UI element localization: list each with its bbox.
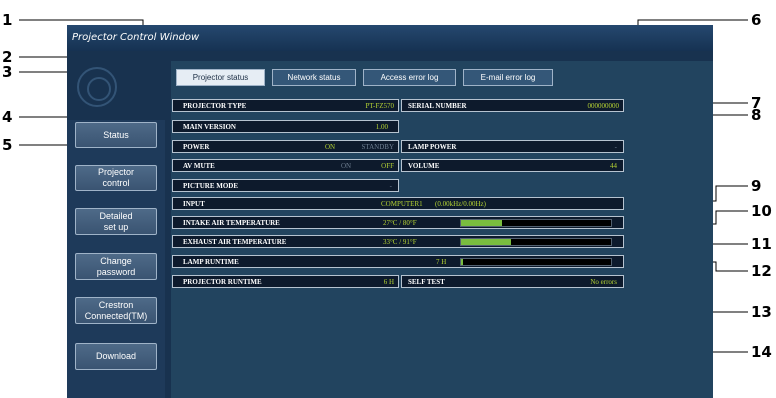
self-test-label: SELF TEST (408, 278, 445, 286)
main-version-value: 1.00 (375, 123, 388, 131)
download-button[interactable]: Download (75, 343, 157, 370)
callout-12: 12 (751, 262, 772, 280)
input-row: INPUT COMPUTER1 (0.00kHz/0.00Hz) (172, 197, 624, 210)
intake-air-temperature-row: INTAKE AIR TEMPERATURE 27°C / 80°F (172, 216, 624, 229)
lamp-runtime-row: LAMP RUNTIME 7 H (172, 255, 624, 268)
main-version-label: MAIN VERSION (183, 123, 236, 131)
picture-mode-row: PICTURE MODE - (172, 179, 399, 192)
av-mute-row: AV MUTE ON OFF (172, 159, 399, 172)
projector-runtime-label: PROJECTOR RUNTIME (183, 278, 262, 286)
serial-number-label: SERIAL NUMBER (408, 102, 467, 110)
tab-network-status[interactable]: Network status (272, 69, 356, 86)
intake-air-temperature-value: 27°C / 80°F (383, 219, 417, 227)
callout-10: 10 (751, 202, 772, 220)
projector-type-label: PROJECTOR TYPE (183, 102, 247, 110)
main-version-row: MAIN VERSION 1.00 (172, 120, 399, 133)
projector-type-row: PROJECTOR TYPE PT-FZ570 (172, 99, 399, 112)
callout-1: 1 (2, 11, 13, 29)
exhaust-air-temperature-label: EXHAUST AIR TEMPERATURE (183, 238, 287, 246)
self-test-value: No errors (590, 278, 617, 286)
callout-3: 3 (2, 63, 13, 81)
lamp-runtime-value: 7 H (436, 258, 447, 266)
callout-5: 5 (2, 136, 13, 154)
detailed-set-up-button[interactable]: Detailed set up (75, 208, 157, 235)
power-label: POWER (183, 143, 210, 151)
callout-4: 4 (2, 108, 13, 126)
input-value: COMPUTER1 (381, 200, 423, 208)
callout-14: 14 (751, 343, 772, 361)
tab-access-error-log[interactable]: Access error log (363, 69, 456, 86)
intake-air-temperature-label: INTAKE AIR TEMPERATURE (183, 219, 280, 227)
projector-control-window: Projector Control Window Status Projecto… (67, 25, 713, 398)
av-mute-label: AV MUTE (183, 162, 215, 170)
lamp-power-value: - (614, 143, 617, 151)
lamp-power-label: LAMP POWER (408, 143, 457, 151)
crestron-connected-button[interactable]: Crestron Connected(TM) (75, 297, 157, 324)
lamp-power-row: LAMP POWER - (401, 140, 624, 153)
av-mute-off-state: OFF (381, 162, 394, 170)
brand-logo-icon (77, 67, 117, 107)
serial-number-value: 000000000 (587, 102, 620, 110)
picture-mode-label: PICTURE MODE (183, 182, 239, 190)
serial-number-row: SERIAL NUMBER 000000000 (401, 99, 624, 112)
status-button[interactable]: Status (75, 122, 157, 148)
projector-control-button[interactable]: Projector control (75, 165, 157, 191)
projector-runtime-value: 6 H (383, 278, 394, 286)
lamp-runtime-fill (461, 259, 463, 265)
lamp-runtime-bar (460, 258, 612, 266)
power-standby-state: STANDBY (361, 143, 395, 151)
self-test-row: SELF TEST No errors (401, 275, 624, 288)
volume-row: VOLUME 44 (401, 159, 624, 172)
tab-email-error-log[interactable]: E-mail error log (463, 69, 553, 86)
callout-8: 8 (751, 106, 762, 124)
exhaust-temperature-bar (460, 238, 612, 246)
intake-temperature-fill (461, 220, 502, 226)
callout-13: 13 (751, 303, 772, 321)
callout-9: 9 (751, 177, 762, 195)
intake-temperature-bar (460, 219, 612, 227)
change-password-button[interactable]: Change password (75, 253, 157, 280)
projector-runtime-row: PROJECTOR RUNTIME 6 H (172, 275, 399, 288)
input-frequency: (0.00kHz/0.00Hz) (435, 200, 486, 208)
picture-mode-value: - (389, 182, 392, 190)
callout-6: 6 (751, 11, 762, 29)
exhaust-air-temperature-value: 33°C / 91°F (383, 238, 417, 246)
av-mute-on-state: ON (341, 162, 352, 170)
callout-11: 11 (751, 235, 772, 253)
lamp-runtime-label: LAMP RUNTIME (183, 258, 239, 266)
power-row: POWER ON STANDBY (172, 140, 399, 153)
power-on-state: ON (325, 143, 336, 151)
input-label: INPUT (183, 200, 205, 208)
volume-label: VOLUME (408, 162, 440, 170)
exhaust-air-temperature-row: EXHAUST AIR TEMPERATURE 33°C / 91°F (172, 235, 624, 248)
projector-type-value: PT-FZ570 (365, 102, 394, 110)
window-title: Projector Control Window (67, 25, 713, 51)
volume-value: 44 (610, 162, 617, 170)
exhaust-temperature-fill (461, 239, 511, 245)
tab-projector-status[interactable]: Projector status (176, 69, 265, 86)
